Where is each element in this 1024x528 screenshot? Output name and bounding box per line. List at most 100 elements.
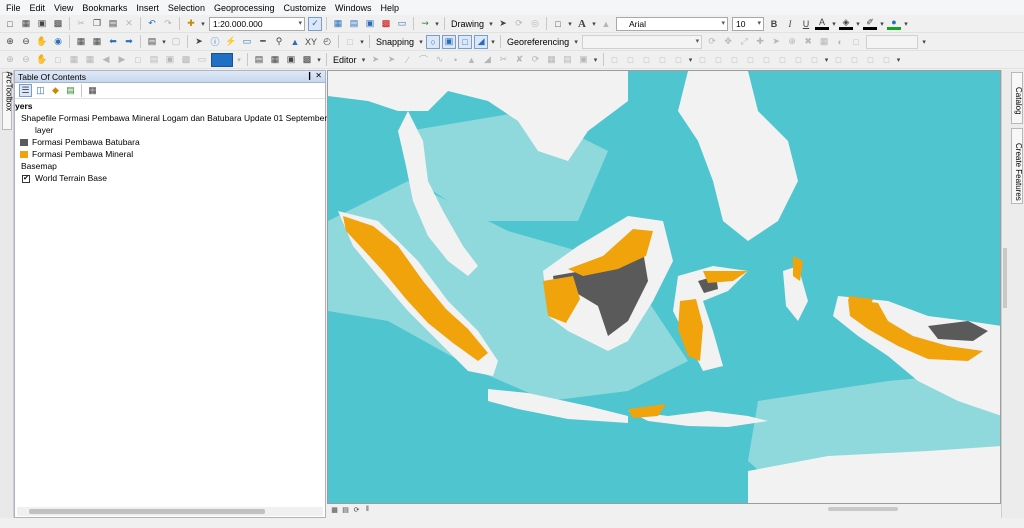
- edit-tool-icon[interactable]: ➤: [369, 53, 383, 67]
- advanced-edit-icon-3[interactable]: □: [728, 53, 742, 67]
- data-driven-pages-icon[interactable]: ▭: [195, 53, 209, 67]
- viewer-icon[interactable]: □: [849, 35, 863, 49]
- edge-snapping-icon[interactable]: ◢: [474, 34, 489, 49]
- open-folder-icon[interactable]: ▦: [19, 17, 33, 31]
- line-color-icon[interactable]: ✐: [863, 17, 878, 30]
- python-window-icon[interactable]: ▭: [395, 17, 409, 31]
- delete-link-icon[interactable]: ✖: [801, 35, 815, 49]
- toolbar-options-icon-3[interactable]: ▾: [921, 35, 927, 49]
- menu-customize[interactable]: Customize: [284, 3, 327, 13]
- trace-icon[interactable]: ∿: [433, 53, 447, 67]
- sketch-properties-icon[interactable]: ▤: [561, 53, 575, 67]
- topology-icon-2[interactable]: □: [624, 53, 638, 67]
- shift-georef-icon[interactable]: ✥: [721, 35, 735, 49]
- hyperlink-icon[interactable]: ⚡: [224, 35, 238, 49]
- redo-icon[interactable]: ↷: [161, 17, 175, 31]
- reshape-icon[interactable]: ◢: [481, 53, 495, 67]
- toc-window-icon[interactable]: ▦: [331, 17, 345, 31]
- line-color-dropdown-icon[interactable]: ▾: [879, 17, 885, 31]
- editor-menu[interactable]: Editor: [333, 55, 357, 65]
- menu-help[interactable]: Help: [381, 3, 400, 13]
- menu-file[interactable]: File: [6, 3, 21, 13]
- find-icon[interactable]: ⚲: [272, 35, 286, 49]
- fill-color-dropdown-icon[interactable]: ▾: [855, 17, 861, 31]
- fill-color-icon[interactable]: ◈: [839, 17, 854, 30]
- menu-selection[interactable]: Selection: [168, 3, 205, 13]
- create-viewer-icon[interactable]: □: [343, 35, 357, 49]
- zoom-to-link-icon[interactable]: ⊕: [785, 35, 799, 49]
- select-elements-icon-2[interactable]: ➤: [192, 35, 206, 49]
- georeferencing-dropdown-icon[interactable]: ▾: [573, 35, 579, 49]
- undo-icon[interactable]: ↶: [145, 17, 159, 31]
- spatial-adjust-icon[interactable]: □: [832, 53, 846, 67]
- layout-forward-icon[interactable]: ▶: [115, 53, 129, 67]
- underline-button[interactable]: U: [799, 17, 813, 31]
- font-color-icon[interactable]: A: [815, 17, 830, 30]
- layout-icon-2[interactable]: ▦: [268, 53, 282, 67]
- add-control-points-icon[interactable]: ✚: [753, 35, 767, 49]
- clear-selection-icon[interactable]: ▢: [169, 35, 183, 49]
- topology-icon-4[interactable]: □: [656, 53, 670, 67]
- html-popup-icon[interactable]: ▭: [240, 35, 254, 49]
- scale-georef-icon[interactable]: ⤢: [737, 35, 751, 49]
- attributes-icon[interactable]: ▦: [545, 53, 559, 67]
- scrollbar-thumb[interactable]: [29, 509, 265, 514]
- menu-bookmarks[interactable]: Bookmarks: [82, 3, 127, 13]
- save-icon[interactable]: ▣: [35, 17, 49, 31]
- paste-icon[interactable]: ▤: [106, 17, 120, 31]
- go-to-xy-icon[interactable]: XY: [304, 35, 318, 49]
- georef-layer-combo[interactable]: ▾: [582, 34, 703, 49]
- split-icon[interactable]: ✘: [513, 53, 527, 67]
- select-features-dropdown-icon[interactable]: ▾: [161, 35, 167, 49]
- endpoint-arc-icon[interactable]: ⌒: [417, 53, 431, 67]
- point-snapping-icon[interactable]: ○: [426, 34, 441, 49]
- font-name-combo[interactable]: Arial ▾: [616, 16, 729, 31]
- editor-dropdown-icon[interactable]: ▾: [361, 53, 367, 67]
- layout-zoom-in-icon[interactable]: ⊕: [3, 53, 17, 67]
- auto-adjust-icon[interactable]: ◐: [833, 35, 847, 49]
- map-canvas[interactable]: [328, 71, 1001, 504]
- refresh-icon[interactable]: ⟳: [352, 505, 361, 514]
- topology-icon[interactable]: □: [608, 53, 622, 67]
- menu-edit[interactable]: Edit: [30, 3, 46, 13]
- layout-fixed-zoom-out-icon[interactable]: ▦: [83, 53, 97, 67]
- advanced-edit-icon-7[interactable]: □: [792, 53, 806, 67]
- pan-icon[interactable]: ✋: [35, 35, 49, 49]
- search-window-icon[interactable]: ▣: [363, 17, 377, 31]
- toolbar-options-icon[interactable]: ▾: [434, 17, 440, 31]
- arctoolbox-tab[interactable]: ArcToolbox: [2, 72, 14, 130]
- close-icon[interactable]: ✕: [315, 71, 322, 80]
- spatial-adjust-icon-2[interactable]: □: [848, 53, 862, 67]
- model-builder-icon[interactable]: ⇝: [418, 17, 432, 31]
- print-icon[interactable]: ▩: [51, 17, 65, 31]
- list-by-source-icon[interactable]: ◫: [34, 84, 47, 97]
- map-scale-combo[interactable]: 1:20.000.000 ▾: [209, 16, 305, 31]
- advanced-edit-icon-5[interactable]: □: [760, 53, 774, 67]
- edit-vertices-icon-2[interactable]: ▲: [465, 53, 479, 67]
- rectangle-dropdown-icon[interactable]: ▾: [567, 17, 573, 31]
- layout-icon-3[interactable]: ▣: [284, 53, 298, 67]
- toolbar-options-icon-2[interactable]: ▾: [359, 35, 365, 49]
- georef-value-field[interactable]: [866, 34, 919, 49]
- zoom-whole-page-icon[interactable]: ◎: [528, 17, 542, 31]
- advanced-edit-icon[interactable]: □: [696, 53, 710, 67]
- map-horizontal-scrollbar[interactable]: [370, 507, 995, 512]
- bold-button[interactable]: B: [767, 17, 781, 31]
- full-extent-icon[interactable]: ◉: [51, 35, 65, 49]
- scrollbar-thumb[interactable]: [828, 507, 898, 511]
- toc-horizontal-scrollbar[interactable]: [17, 507, 323, 516]
- select-link-icon[interactable]: ➤: [769, 35, 783, 49]
- layer-name[interactable]: Shapefile Formasi Pembawa Mineral Logam …: [21, 113, 348, 124]
- find-route-icon[interactable]: ▲: [288, 35, 302, 49]
- layout-zoom-dropdown-icon[interactable]: ▾: [235, 53, 243, 67]
- cut-polygons-icon[interactable]: ✂: [497, 53, 511, 67]
- map-view[interactable]: [327, 70, 1001, 504]
- layout-view-icon[interactable]: ▦: [330, 505, 339, 514]
- straight-segment-icon[interactable]: ∕: [401, 53, 415, 67]
- copy-icon[interactable]: ❐: [90, 17, 104, 31]
- zoom-in-icon[interactable]: ⊕: [3, 35, 17, 49]
- change-layout-icon[interactable]: ▩: [179, 53, 193, 67]
- drawing-menu[interactable]: Drawing: [451, 19, 484, 29]
- select-features-icon[interactable]: ▤: [145, 35, 159, 49]
- toolbar-options-icon-6[interactable]: ▾: [688, 53, 694, 67]
